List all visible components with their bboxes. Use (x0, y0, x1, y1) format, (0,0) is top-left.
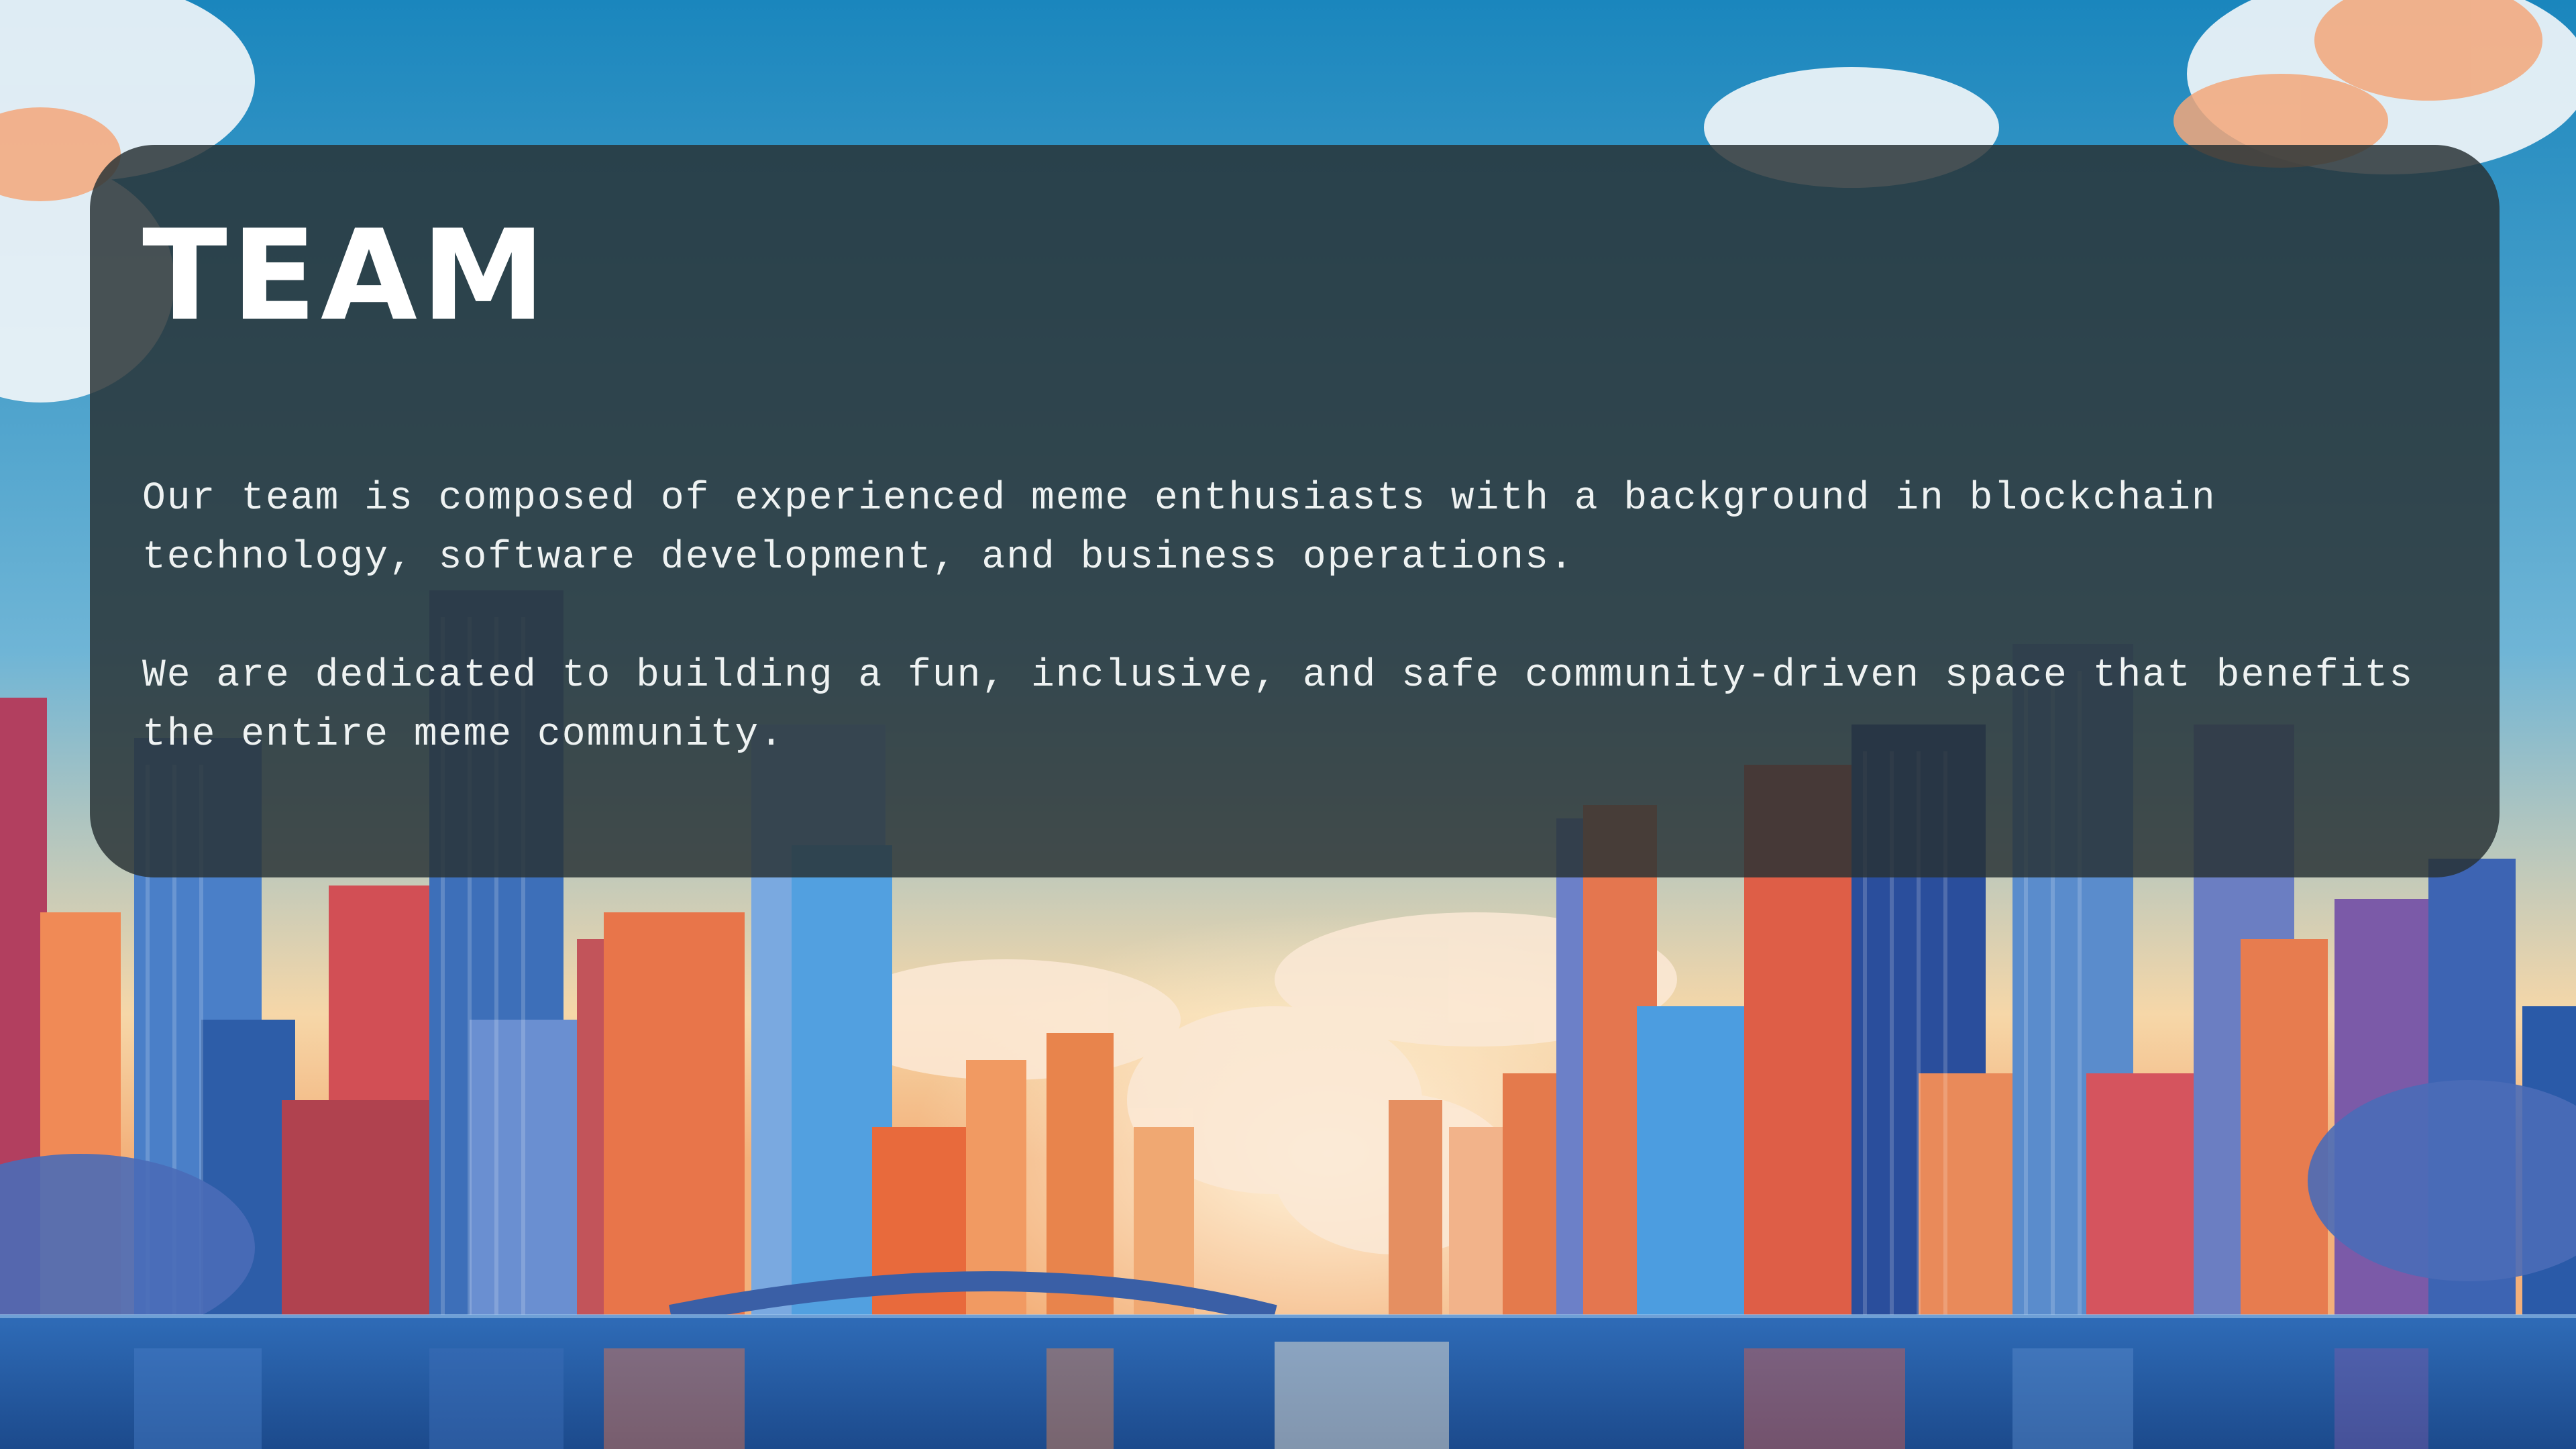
team-description: Our team is composed of experienced meme… (142, 470, 2436, 824)
team-paragraph-mission: We are dedicated to building a fun, incl… (142, 654, 2414, 757)
team-paragraph-background: Our team is composed of experienced meme… (142, 477, 2216, 580)
team-title: TEAM (142, 203, 549, 348)
